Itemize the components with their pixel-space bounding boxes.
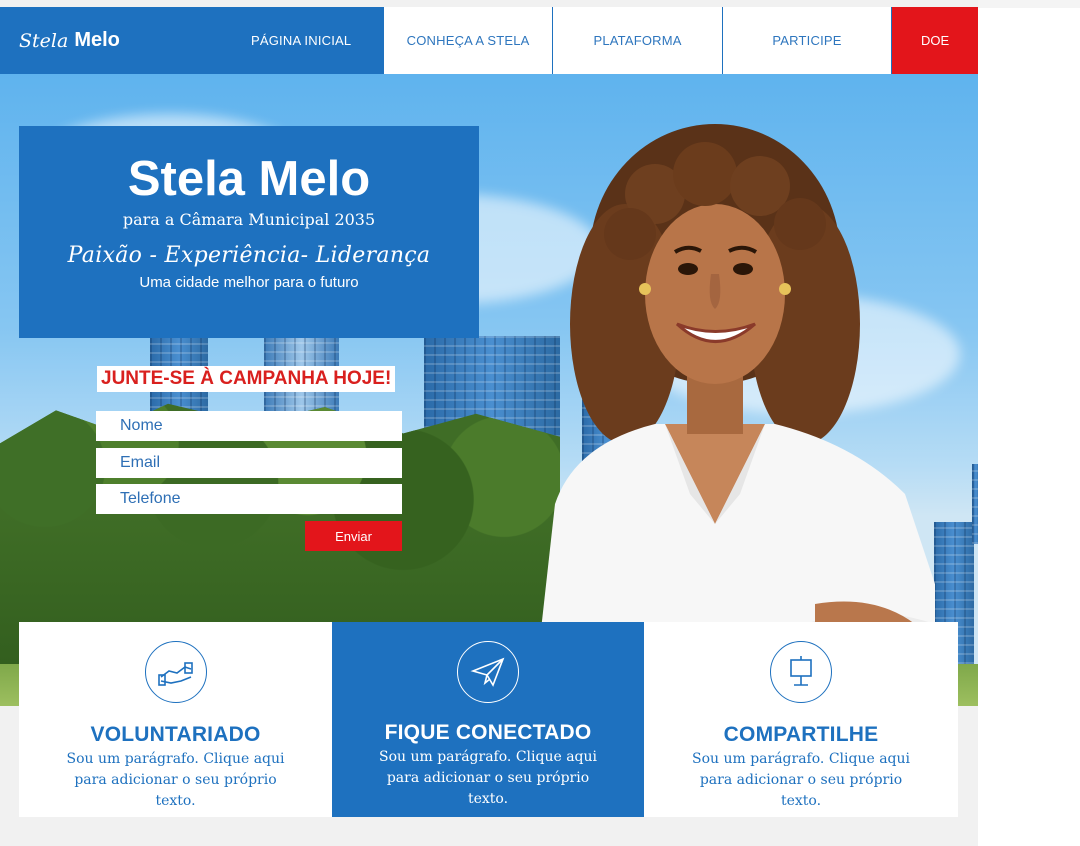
nav-item-participate[interactable]: PARTICIPE — [721, 7, 892, 74]
brand-area: Stela Melo PÁGINA INICIAL — [0, 7, 383, 74]
nav-item-platform[interactable]: PLATAFORMA — [552, 7, 722, 74]
sign-board-icon — [770, 641, 832, 703]
card-text-line: Sou um parágrafo. Clique aqui — [66, 751, 285, 767]
paper-plane-icon — [457, 641, 519, 703]
title-card: Stela Melo para a Câmara Municipal 2035 … — [19, 126, 479, 338]
card-title: FIQUE CONECTADO — [384, 721, 592, 744]
campaign-slogan: Paixão - Experiência- Liderança — [67, 243, 431, 268]
top-strip — [978, 0, 1080, 8]
nav-item-about[interactable]: CONHEÇA A STELA — [382, 7, 553, 74]
campaign-tagline: Uma cidade melhor para o futuro — [139, 274, 359, 291]
site: Stela Melo PÁGINA INICIAL CONHEÇA A STEL… — [0, 0, 978, 846]
card-title: VOLUNTARIADO — [90, 723, 261, 746]
nav-item-home[interactable]: PÁGINA INICIAL — [251, 7, 351, 74]
candidate-subtitle: para a Câmara Municipal 2035 — [122, 210, 376, 229]
skyscraper — [972, 464, 978, 544]
hero-banner: Stela Melo para a Câmara Municipal 2035 … — [0, 74, 978, 706]
phone-field[interactable] — [96, 484, 402, 514]
submit-button[interactable]: Enviar — [305, 521, 402, 551]
card-text-line: para adicionar o seu próprio texto. — [699, 772, 903, 809]
logo-bold[interactable]: Melo — [74, 29, 120, 52]
card-volunteer[interactable]: VOLUNTARIADO Sou um parágrafo. Clique aq… — [19, 622, 332, 817]
nav-item-donate[interactable]: DOE — [891, 7, 978, 74]
card-share[interactable]: COMPARTILHE Sou um parágrafo. Clique aqu… — [644, 622, 958, 817]
join-heading: JUNTE-SE À CAMPANHA HOJE! — [97, 366, 396, 392]
email-field[interactable] — [96, 448, 402, 478]
handshake-icon — [144, 641, 207, 703]
card-title: COMPARTILHE — [723, 723, 879, 746]
card-text-line: para adicionar o seu próprio texto. — [74, 772, 277, 809]
card-text-line: para adicionar o seu próprio texto. — [386, 770, 590, 807]
card-stay-connected[interactable]: FIQUE CONECTADO Sou um parágrafo. Clique… — [332, 622, 644, 817]
logo-script[interactable]: Stela — [19, 30, 68, 52]
card-text-line: Sou um parágrafo. Clique aqui — [378, 749, 598, 765]
main-nav: Stela Melo PÁGINA INICIAL CONHEÇA A STEL… — [0, 7, 978, 74]
name-field[interactable] — [96, 411, 402, 441]
candidate-photo — [535, 124, 935, 684]
candidate-name: Stela Melo — [127, 152, 371, 206]
card-text-line: Sou um parágrafo. Clique aqui — [691, 751, 911, 767]
